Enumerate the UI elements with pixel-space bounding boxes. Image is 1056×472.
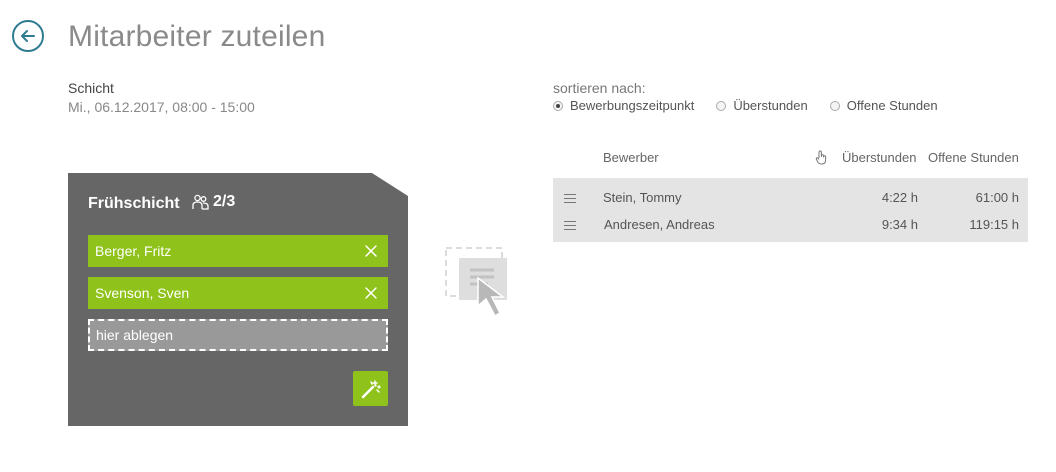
sort-options: Bewerbungszeitpunkt Überstunden Offene S…	[553, 98, 960, 113]
column-header-overtime[interactable]: Überstunden	[842, 150, 916, 165]
shift-card: Frühschicht 2/3 Berger, Fritz Svenson, S…	[68, 173, 408, 426]
column-header-applicant[interactable]: Bewerber	[603, 150, 659, 165]
assigned-employee[interactable]: Berger, Fritz	[88, 235, 388, 267]
drag-handle-icon[interactable]	[564, 194, 576, 203]
close-icon[interactable]	[364, 244, 378, 258]
shift-label: Schicht	[68, 80, 114, 96]
sort-label: sortieren nach:	[553, 80, 646, 96]
assigned-employee[interactable]: Svenson, Sven	[88, 277, 388, 309]
people-icon	[192, 194, 209, 210]
employee-name: Svenson, Sven	[95, 285, 190, 301]
column-header-open-hours[interactable]: Offene Stunden	[928, 150, 1019, 165]
applicant-overtime: 9:34 h	[881, 217, 918, 232]
applicant-open-hours: 61:00 h	[975, 190, 1019, 205]
shift-card-title: Frühschicht	[88, 195, 180, 212]
applicant-table: Stein, Tommy 4:22 h 61:00 h Andresen, An…	[553, 178, 1028, 242]
hand-pointer-icon[interactable]	[815, 150, 828, 168]
auto-assign-button[interactable]	[353, 371, 388, 406]
shift-date: Mi., 06.12.2017, 08:00 - 15:00	[68, 99, 255, 115]
applicant-overtime: 4:22 h	[881, 190, 918, 205]
page-title: Mitarbeiter zuteilen	[68, 20, 326, 53]
applicant-open-hours: 119:15 h	[969, 217, 1019, 232]
sort-option-bewerbungszeitpunkt[interactable]: Bewerbungszeitpunkt	[553, 98, 694, 113]
drag-drop-hint-icon	[445, 247, 507, 318]
employee-name: Berger, Fritz	[95, 243, 172, 259]
radio-button-checked[interactable]	[553, 100, 563, 111]
drag-handle-icon[interactable]	[564, 221, 576, 230]
applicant-table-header: Bewerber Überstunden Offene Stunden	[553, 150, 1028, 168]
staff-count: 2/3	[192, 193, 235, 211]
arrow-left-circle-icon	[21, 30, 35, 42]
close-icon[interactable]	[364, 286, 378, 300]
radio-button[interactable]	[829, 100, 840, 111]
sort-option-ueberstunden[interactable]: Überstunden	[716, 98, 808, 113]
back-button[interactable]	[12, 20, 44, 52]
table-row[interactable]: Andresen, Andreas 9:34 h 119:15 h	[553, 212, 1028, 238]
table-row[interactable]: Stein, Tommy 4:22 h 61:00 h	[553, 185, 1028, 211]
drop-zone[interactable]: hier ablegen	[88, 319, 388, 351]
applicant-name: Andresen, Andreas	[604, 217, 715, 232]
staff-count-value: 2/3	[213, 193, 236, 210]
sort-option-offene-stunden[interactable]: Offene Stunden	[829, 98, 938, 113]
sort-option-label: Offene Stunden	[846, 98, 938, 113]
applicant-name: Stein, Tommy	[603, 190, 682, 205]
radio-button[interactable]	[716, 100, 727, 111]
magic-wand-icon	[361, 379, 381, 398]
sort-option-label: Bewerbungszeitpunkt	[570, 98, 695, 113]
sort-option-label: Überstunden	[733, 98, 808, 113]
